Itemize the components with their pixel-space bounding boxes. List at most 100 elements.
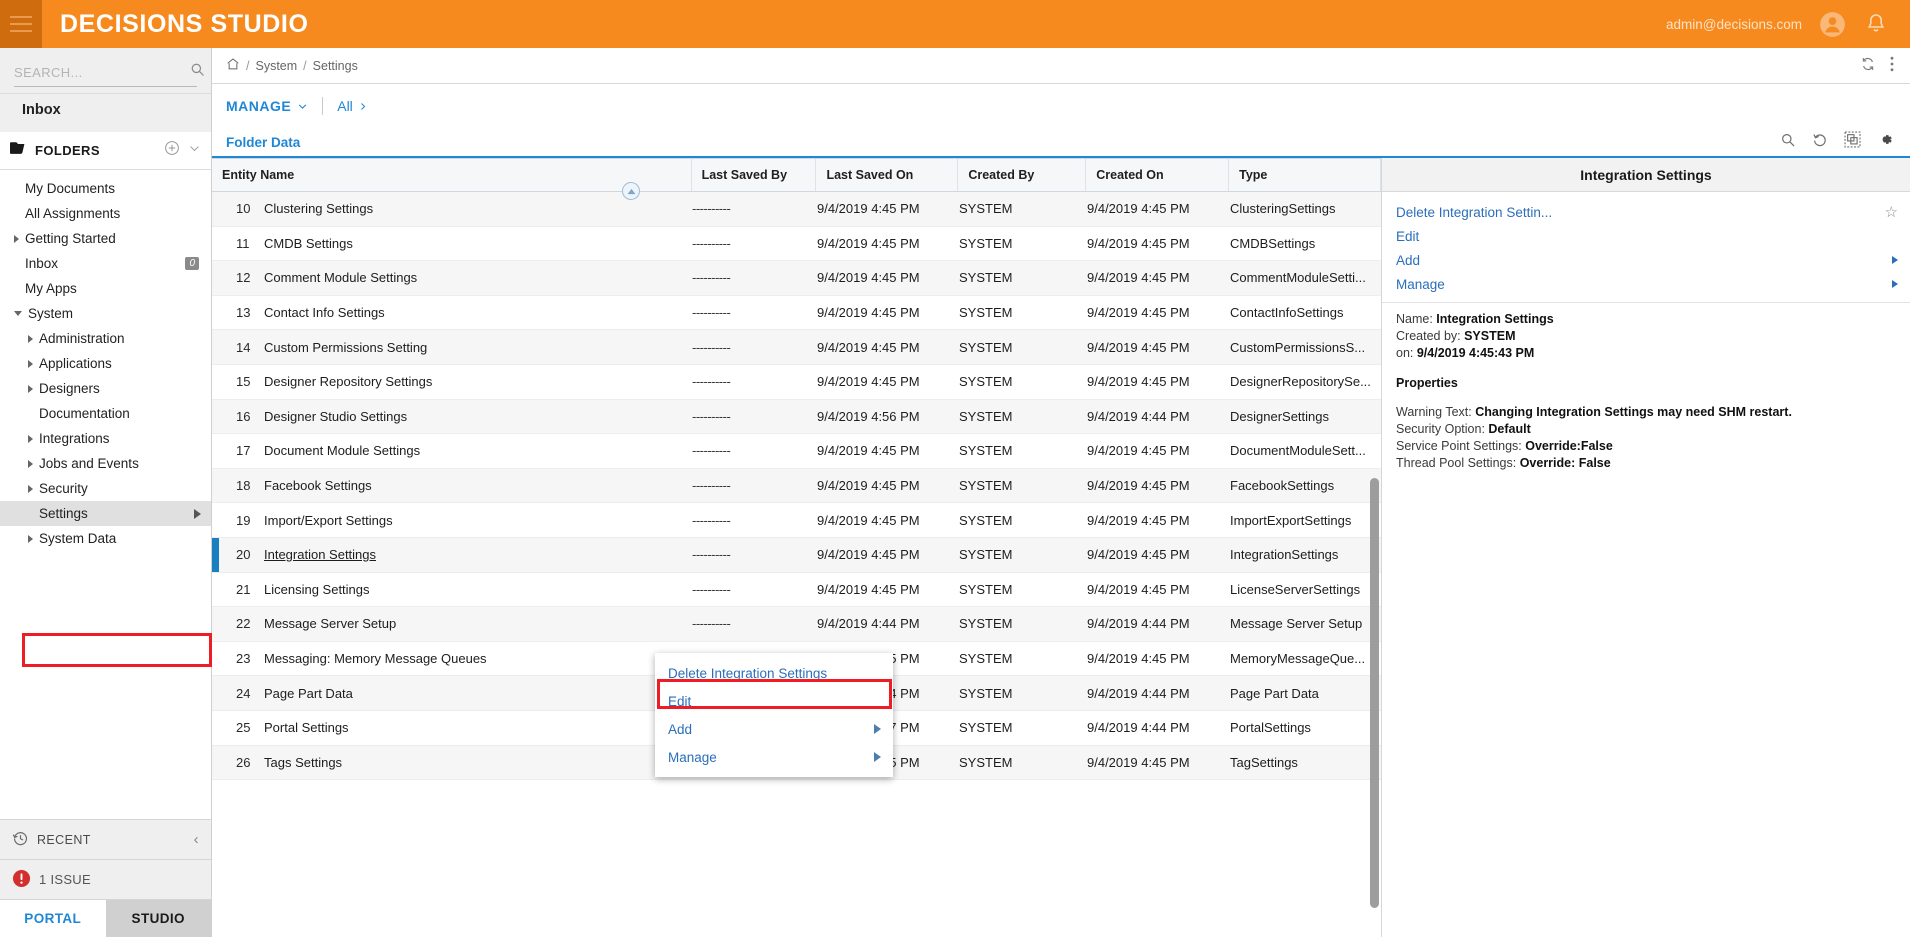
search-icon[interactable] [190, 62, 205, 82]
row-index: 23 [236, 651, 251, 667]
row-created-on: 9/4/2019 4:45 PM [1087, 270, 1190, 286]
table-scrollbar-thumb[interactable] [1370, 478, 1379, 908]
home-icon[interactable] [226, 57, 240, 74]
sidebar-item-all-assignments[interactable]: All Assignments [0, 201, 211, 226]
breadcrumb-system[interactable]: System [255, 59, 297, 73]
row-type: ContactInfoSettings [1230, 305, 1344, 321]
table-row[interactable]: 17 Document Module Settings ---------- 9/4/… [212, 434, 1381, 469]
chevron-down-icon[interactable] [188, 142, 201, 160]
tab-studio[interactable]: STUDIO [105, 900, 211, 937]
row-entity-name: Page Part Data [264, 685, 353, 701]
column-header-created-by[interactable]: Created By [958, 159, 1087, 191]
plus-circle-icon[interactable] [164, 140, 180, 161]
table-row[interactable]: 15 Designer Repository Settings ----------… [212, 364, 1381, 400]
chevron-right-icon[interactable] [28, 434, 33, 443]
row-created-on: 9/4/2019 4:44 PM [1087, 720, 1190, 736]
table-row[interactable]: 16 Designer Studio Settings ---------- 9/4/… [212, 399, 1381, 435]
properties-title: Properties [1396, 376, 1458, 390]
issue-section[interactable]: 1 ISSUE [0, 859, 211, 899]
sidebar-item-system[interactable]: System [0, 301, 211, 326]
caret-up-circle-icon[interactable] [622, 182, 640, 200]
refresh-counterclockwise-icon[interactable] [1812, 132, 1828, 153]
row-entity-name: Custom Permissions Setting [264, 339, 428, 355]
row-created-on: 9/4/2019 4:45 PM [1087, 443, 1190, 459]
table-row[interactable]: 10 Clustering Settings ---------- 9/4/2019 … [212, 192, 1381, 227]
sidebar-item-administration[interactable]: Administration [0, 326, 211, 351]
hamburger-menu-icon[interactable] [0, 0, 42, 48]
sidebar-item-my-documents[interactable]: My Documents [0, 176, 211, 201]
chevron-down-icon[interactable] [14, 311, 22, 316]
notification-bell-icon[interactable] [1862, 10, 1890, 38]
sidebar-item-inbox[interactable]: Inbox 0 [0, 251, 211, 276]
table-row[interactable]: 12 Comment Module Settings ---------- 9/4/2… [212, 261, 1381, 296]
breadcrumb-separator-2: / [303, 58, 307, 73]
row-created-by: SYSTEM [959, 685, 1013, 701]
panel-action-manage[interactable]: Manage [1382, 272, 1910, 296]
tab-portal[interactable]: PORTAL [0, 900, 106, 937]
chevron-left-icon[interactable]: ‹ [194, 831, 199, 848]
chevron-right-icon[interactable] [28, 459, 33, 468]
sidebar-item-jobs-and-events[interactable]: Jobs and Events [0, 451, 211, 476]
column-header-type[interactable]: Type [1229, 159, 1381, 191]
chevron-right-icon[interactable] [28, 534, 33, 543]
main-content-area: / System / Settings MANAGE All Folder Da… [212, 48, 1910, 937]
column-header-last-saved-on[interactable]: Last Saved On [816, 159, 959, 191]
table-row[interactable]: 21 Licensing Settings ---------- 9/4/2019 4… [212, 572, 1381, 608]
panel-action-delete-integration-settin[interactable]: Delete Integration Settin... ☆ [1382, 200, 1910, 224]
sidebar-inbox-shortcut[interactable]: Inbox [0, 94, 211, 132]
chevron-right-icon[interactable] [28, 384, 33, 393]
panel-action-edit[interactable]: Edit [1382, 224, 1910, 248]
user-avatar-icon[interactable] [1818, 10, 1846, 38]
table-row[interactable]: 18 Facebook Settings ---------- 9/4/2019 4:… [212, 468, 1381, 504]
row-created-by: SYSTEM [959, 581, 1013, 597]
panel-action-add[interactable]: Add [1382, 248, 1910, 272]
sidebar-item-documentation[interactable]: Documentation [0, 401, 211, 426]
chevron-right-icon[interactable] [28, 359, 33, 368]
search-input[interactable] [14, 64, 190, 80]
panel-action-label: Delete Integration Settin... [1396, 204, 1553, 220]
search-icon[interactable] [1780, 132, 1796, 153]
chevron-right-icon[interactable] [28, 334, 33, 343]
meta-on-value: 9/4/2019 4:45:43 PM [1416, 346, 1535, 360]
row-created-on: 9/4/2019 4:45 PM [1087, 374, 1190, 390]
chevron-right-icon[interactable] [14, 234, 19, 243]
table-row[interactable]: 14 Custom Permissions Setting ---------- 9/… [212, 330, 1381, 365]
table-row[interactable]: 22 Message Server Setup ---------- 9/4/2019… [212, 607, 1381, 642]
sidebar-item-settings[interactable]: Settings [0, 501, 211, 526]
row-created-by: SYSTEM [959, 720, 1013, 736]
duplicate-icon[interactable] [1844, 131, 1861, 153]
recent-section-header[interactable]: RECENT ‹ [0, 819, 211, 859]
sidebar-item-system-data[interactable]: System Data [0, 526, 211, 551]
sidebar-item-integrations[interactable]: Integrations [0, 426, 211, 451]
chevron-right-icon[interactable] [28, 484, 33, 493]
context-menu-item-delete-integration-settings[interactable]: Delete Integration Settings [655, 659, 893, 687]
row-created-on: 9/4/2019 4:45 PM [1087, 754, 1190, 770]
column-header-last-saved-by[interactable]: Last Saved By [692, 159, 817, 191]
meta-name-line: Name: Integration Settings [1396, 311, 1896, 328]
row-last-saved-on: 9/4/2019 4:45 PM [817, 581, 920, 597]
submenu-arrow-icon[interactable] [194, 508, 201, 519]
refresh-icon[interactable] [1860, 56, 1876, 75]
context-menu-item-edit[interactable]: Edit [655, 687, 893, 715]
all-filter[interactable]: All [337, 98, 368, 114]
star-outline-icon[interactable]: ☆ [1885, 203, 1898, 221]
gear-icon[interactable] [1877, 131, 1894, 153]
table-row[interactable]: 19 Import/Export Settings ---------- 9/4/20… [212, 503, 1381, 538]
sidebar-item-my-apps[interactable]: My Apps [0, 276, 211, 301]
sidebar-item-designers[interactable]: Designers [0, 376, 211, 401]
table-row[interactable]: 13 Contact Info Settings ---------- 9/4/201… [212, 295, 1381, 331]
table-row[interactable]: 20 Integration Settings ---------- 9/4/2019… [212, 537, 1381, 573]
row-last-saved-by: ---------- [692, 547, 731, 563]
sidebar-item-getting-started[interactable]: Getting Started [0, 226, 211, 251]
context-menu-item-manage[interactable]: Manage [655, 743, 893, 771]
manage-dropdown[interactable]: MANAGE [226, 98, 308, 114]
column-header-created-on[interactable]: Created On [1086, 159, 1230, 191]
sidebar-item-security[interactable]: Security [0, 476, 211, 501]
column-header-entity-name[interactable]: Entity Name [212, 159, 692, 191]
table-row[interactable]: 11 CMDB Settings ---------- 9/4/2019 4:45 P… [212, 226, 1381, 262]
breadcrumb-settings[interactable]: Settings [313, 59, 358, 73]
sidebar-item-applications[interactable]: Applications [0, 351, 211, 376]
search-row[interactable] [14, 62, 204, 87]
context-menu-item-add[interactable]: Add [655, 715, 893, 743]
kebab-menu-icon[interactable] [1890, 56, 1894, 75]
